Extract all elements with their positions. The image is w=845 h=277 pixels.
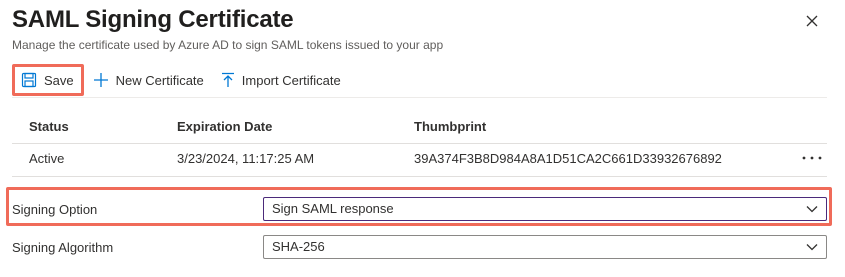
save-label: Save <box>44 72 74 88</box>
signing-option-value: Sign SAML response <box>272 201 394 216</box>
column-header-thumbprint: Thumbprint <box>414 119 487 134</box>
import-certificate-label: Import Certificate <box>241 72 341 88</box>
import-certificate-button[interactable]: Import Certificate <box>221 67 341 93</box>
toolbar-divider <box>12 97 827 98</box>
panel-subtitle: Manage the certificate used by Azure AD … <box>12 38 444 52</box>
chevron-down-icon <box>806 244 818 251</box>
cell-expiration: 3/23/2024, 11:17:25 AM <box>177 151 315 166</box>
signing-option-label: Signing Option <box>12 202 98 217</box>
close-button[interactable] <box>800 9 824 33</box>
command-bar: Save New Certificate Import Certificate <box>12 62 341 98</box>
column-header-expiration: Expiration Date <box>177 119 273 134</box>
save-icon <box>21 72 37 88</box>
plus-icon <box>93 73 108 87</box>
more-icon <box>802 156 822 160</box>
row-divider <box>12 176 827 177</box>
chevron-down-icon <box>806 206 818 213</box>
signing-algorithm-value: SHA-256 <box>272 239 325 254</box>
signing-option-dropdown[interactable]: Sign SAML response <box>263 197 827 221</box>
cell-status: Active <box>29 151 65 166</box>
row-more-button[interactable] <box>801 150 823 171</box>
column-header-status: Status <box>29 119 69 134</box>
save-button[interactable]: Save <box>12 64 84 96</box>
upload-icon <box>221 72 234 87</box>
close-icon <box>806 15 818 27</box>
signing-algorithm-dropdown[interactable]: SHA-256 <box>263 235 827 259</box>
signing-algorithm-label: Signing Algorithm <box>12 240 114 255</box>
new-certificate-label: New Certificate <box>115 72 204 88</box>
panel-title: SAML Signing Certificate <box>12 6 294 33</box>
header-divider <box>12 143 827 144</box>
cell-thumbprint: 39A374F3B8D984A8A1D51CA2C661D33932676892 <box>414 151 722 166</box>
new-certificate-button[interactable]: New Certificate <box>93 67 204 93</box>
